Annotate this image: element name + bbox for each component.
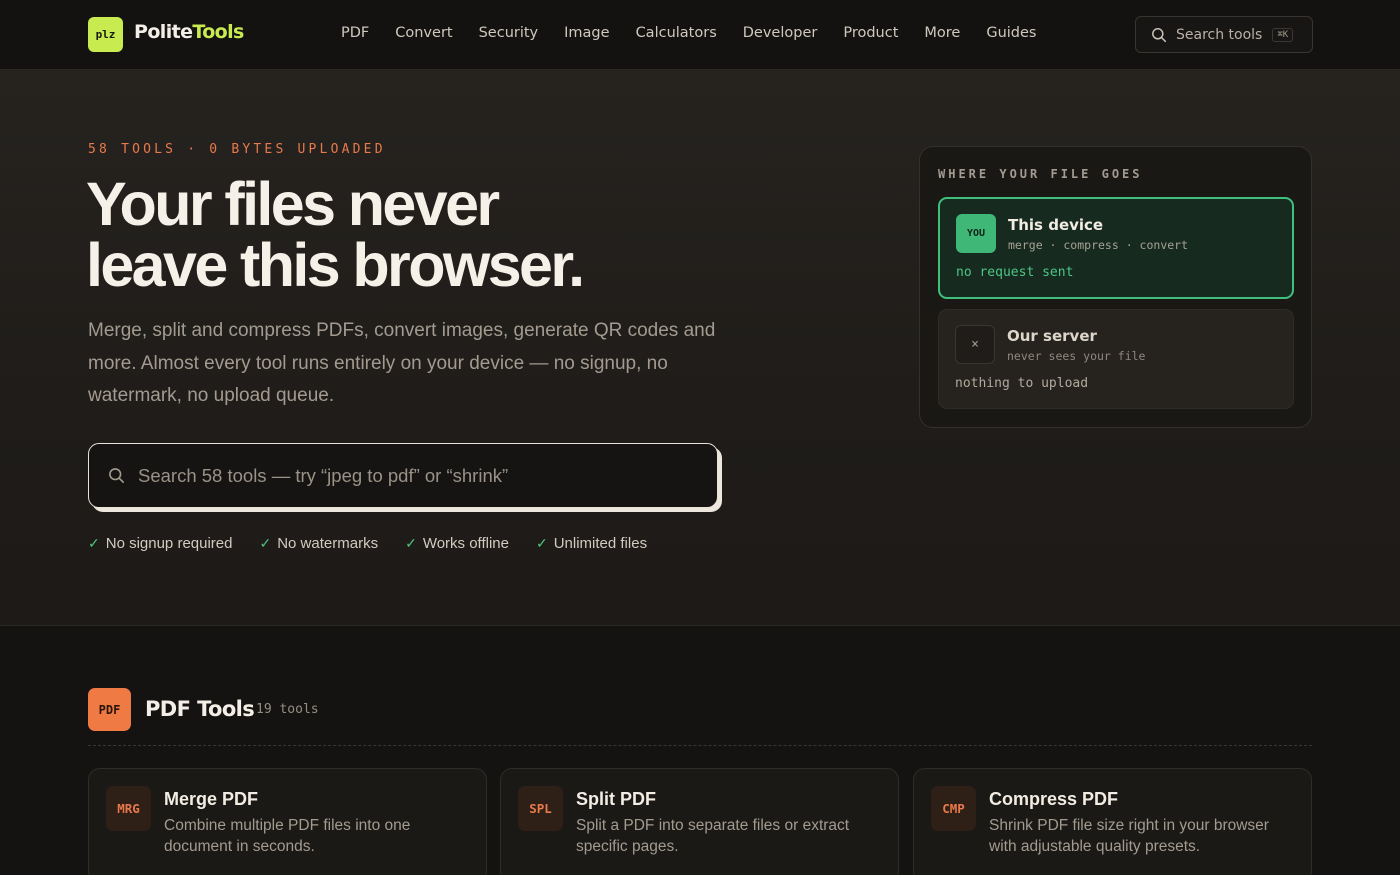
nav-search-label: Search tools — [1176, 26, 1263, 43]
main-menu: PDF Convert Security Image Calculators D… — [341, 25, 1062, 41]
feature-item: ✓ Unlimited files — [536, 535, 647, 552]
tool-description: Shrink PDF file size right in your brows… — [989, 817, 1269, 855]
tool-title: Merge PDF — [164, 789, 259, 809]
hero-subtitle: Merge, split and compress PDFs, convert … — [88, 320, 716, 406]
feature-label: Unlimited files — [553, 535, 648, 552]
hero-section: 58 TOOLS · 0 BYTES UPLOADED Your files n… — [0, 70, 1400, 626]
tool-title: Split PDF — [576, 789, 656, 809]
feature-label: No signup required — [105, 535, 233, 552]
destination-device: YOU This device merge · compress · conve… — [938, 197, 1294, 299]
nav-item-convert[interactable]: Convert — [395, 25, 452, 41]
check-icon: ✓ — [88, 535, 100, 551]
headline-line-1: Your files never — [86, 170, 500, 238]
tool-description: Split a PDF into separate files or extra… — [576, 817, 850, 855]
nav-item-guides[interactable]: Guides — [986, 25, 1036, 41]
nav-item-calculators[interactable]: Calculators — [636, 25, 717, 41]
brand-name-part2: Tools — [192, 21, 244, 43]
tool-card-split-pdf[interactable]: SPL Split PDF Split a PDF into separate … — [500, 768, 899, 875]
pdf-tools-section: PDF PDF Tools 19 tools MRG Merge PDF Com… — [0, 627, 1400, 875]
tool-search-box — [88, 443, 718, 508]
tool-description: Combine multiple PDF files into one docu… — [164, 817, 411, 855]
feature-item: ✓ No watermarks — [259, 535, 378, 552]
server-name: Our server — [1007, 327, 1097, 345]
file-flow-card: WHERE YOUR FILE GOES YOU This device mer… — [919, 146, 1312, 428]
nav-item-image[interactable]: Image — [564, 25, 609, 41]
check-icon: ✓ — [405, 535, 417, 551]
search-icon — [109, 468, 124, 483]
tool-badge: CMP — [931, 786, 976, 831]
device-meta: merge · compress · convert — [1008, 238, 1189, 252]
tool-card-merge-pdf[interactable]: MRG Merge PDF Combine multiple PDF files… — [88, 768, 487, 875]
feature-item: ✓ No signup required — [88, 535, 232, 552]
logo-badge[interactable]: plz — [88, 17, 123, 52]
check-icon: ✓ — [259, 535, 272, 551]
nav-item-product[interactable]: Product — [843, 25, 898, 41]
file-flow-title: WHERE YOUR FILE GOES — [938, 167, 1143, 181]
device-badge: YOU — [956, 214, 996, 253]
keyboard-shortcut-hint: ⌘K — [1272, 27, 1294, 42]
server-status: nothing to upload — [955, 376, 1089, 391]
brand-name[interactable]: PoliteTools — [134, 21, 244, 43]
tool-title: Compress PDF — [989, 789, 1119, 809]
brand-name-part1: Polite — [134, 21, 193, 43]
close-icon: × — [955, 325, 995, 364]
tool-card-compress-pdf[interactable]: CMP Compress PDF Shrink PDF file size ri… — [913, 768, 1312, 875]
nav-item-developer[interactable]: Developer — [743, 25, 818, 41]
section-count: 19 tools — [256, 702, 319, 717]
nav-item-more[interactable]: More — [924, 25, 960, 41]
device-status: no request sent — [956, 265, 1074, 280]
nav-search-button[interactable]: Search tools ⌘K — [1135, 16, 1313, 53]
top-navbar: plz PoliteTools PDF Convert Security Ima… — [0, 0, 1400, 70]
feature-item: ✓ Works offline — [405, 535, 509, 552]
headline-line-2: leave this browser. — [86, 231, 585, 299]
feature-checklist: ✓ No signup required ✓ No watermarks ✓ Work… — [88, 535, 674, 552]
tool-badge: SPL — [518, 786, 563, 831]
nav-item-pdf[interactable]: PDF — [341, 25, 369, 41]
section-badge: PDF — [88, 688, 131, 731]
device-name: This device — [1008, 216, 1104, 234]
tool-search-input[interactable] — [138, 464, 698, 487]
server-meta: never sees your file — [1007, 349, 1146, 363]
section-title[interactable]: PDF Tools — [145, 697, 255, 721]
section-divider — [88, 745, 1312, 746]
nav-item-security[interactable]: Security — [479, 25, 539, 41]
feature-label: No watermarks — [277, 535, 379, 552]
destination-server: × Our server never sees your file nothin… — [938, 309, 1294, 409]
feature-label: Works offline — [422, 535, 509, 552]
check-icon: ✓ — [535, 535, 548, 551]
hero-headline: Your files never leave this browser. — [86, 170, 585, 299]
search-icon — [1152, 27, 1167, 42]
hero-eyebrow: 58 TOOLS · 0 BYTES UPLOADED — [88, 142, 386, 157]
tool-badge: MRG — [106, 786, 151, 831]
